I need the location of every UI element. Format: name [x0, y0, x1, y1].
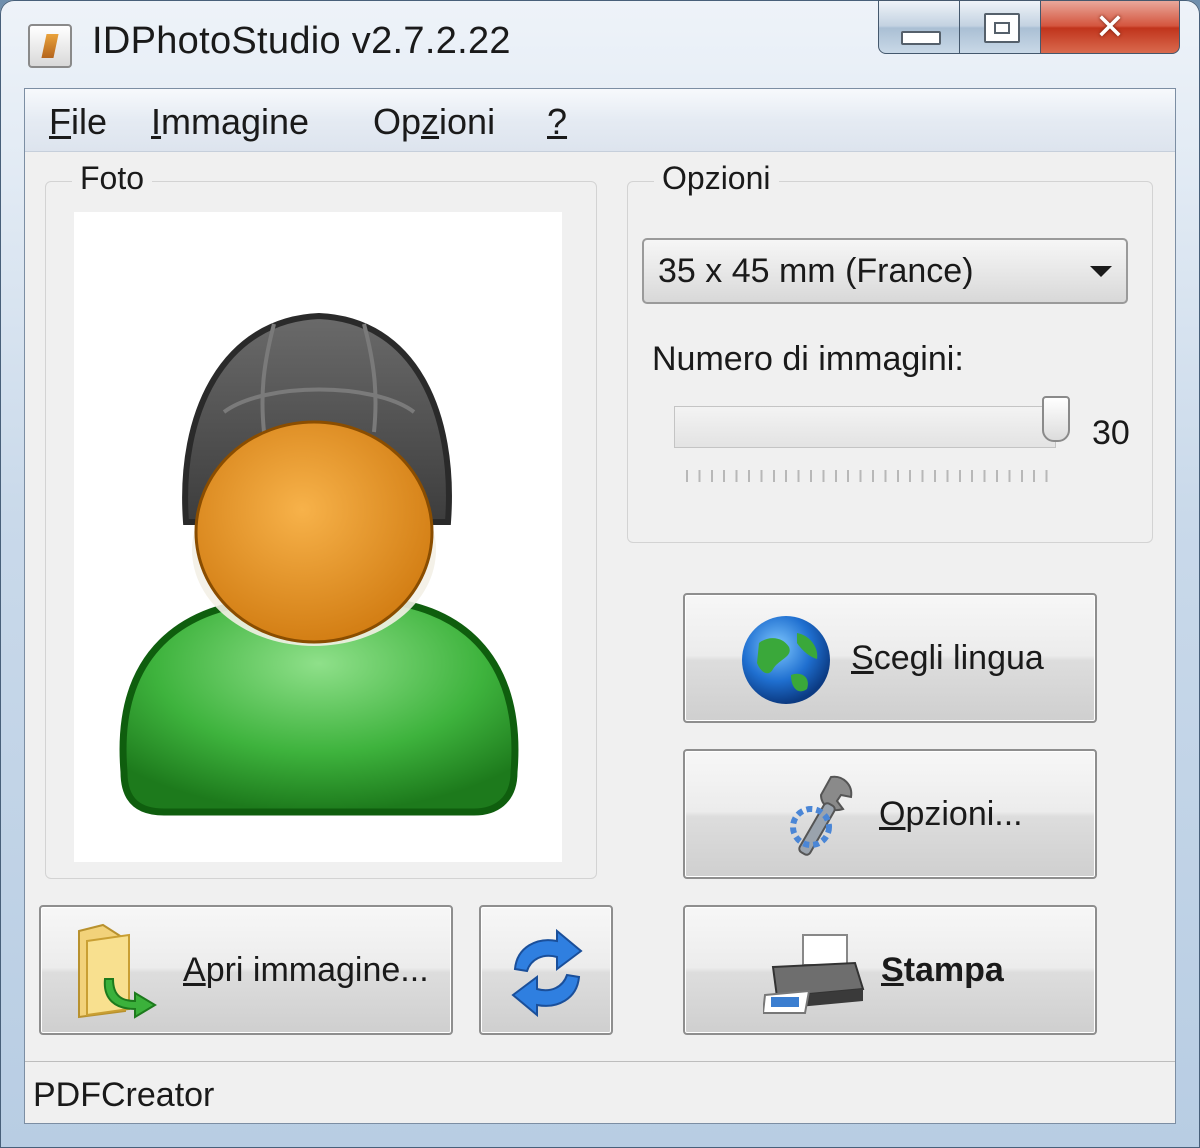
photo-format-value: 35 x 45 mm (France) [658, 252, 974, 290]
maximize-icon [984, 13, 1020, 43]
print-button-text: tampa [903, 951, 1004, 989]
options-button-accel: O [879, 795, 906, 833]
choose-language-accel: S [851, 639, 874, 677]
options-button-label: Opzioni... [879, 795, 1023, 834]
open-image-text: pri immagine... [205, 951, 429, 989]
slider-ticks [686, 470, 1058, 482]
image-count-label: Numero di immagini: [652, 340, 964, 378]
print-button-label: Stampa [881, 951, 1004, 990]
title-bar[interactable]: IDPhotoStudio v2.7.2.22 ✕ [0, 0, 1200, 88]
options-button[interactable]: Opzioni... [683, 749, 1097, 879]
status-bar: PDFCreator [25, 1061, 1175, 1123]
image-count-slider-thumb[interactable] [1042, 396, 1070, 442]
minimize-button[interactable] [878, 0, 960, 54]
photo-group-title: Foto [72, 160, 153, 197]
menu-opzioni-rest: ioni [439, 101, 496, 142]
print-button-accel: S [881, 951, 904, 989]
close-button[interactable]: ✕ [1040, 0, 1180, 54]
menu-help-accel: ? [547, 101, 568, 142]
options-group: Opzioni 35 x 45 mm (France) Numero di im… [627, 160, 1153, 543]
menu-bar: File Immagine Opzioni ? [25, 89, 1175, 152]
menu-opzioni-accel: z [421, 101, 440, 142]
open-image-label: Apri immagine... [183, 951, 429, 990]
menu-file-accel: F [49, 101, 71, 142]
choose-language-button[interactable]: Scegli lingua [683, 593, 1097, 723]
app-icon[interactable] [28, 24, 72, 68]
options-button-text: pzioni... [905, 795, 1023, 833]
menu-opzioni-pre: Op [373, 101, 422, 142]
refresh-button[interactable] [479, 905, 613, 1035]
status-text: PDFCreator [33, 1076, 215, 1114]
options-group-title: Opzioni [654, 160, 779, 197]
image-count-value: 30 [1092, 414, 1130, 452]
folder-icon [78, 923, 157, 1019]
refresh-icon [511, 929, 583, 1017]
menu-immagine-accel: I [151, 101, 162, 142]
globe-icon [742, 616, 830, 704]
photo-group: Foto [45, 160, 597, 879]
menu-immagine[interactable]: Immagine [151, 101, 309, 143]
photo-preview[interactable] [74, 212, 562, 862]
printer-icon [763, 934, 865, 1014]
menu-file-rest: ile [71, 101, 108, 142]
menu-opzioni[interactable]: Opzioni [373, 101, 495, 143]
image-count-slider[interactable] [674, 406, 1056, 448]
menu-file[interactable]: File [49, 101, 107, 143]
tools-icon [790, 775, 853, 856]
minimize-icon [901, 31, 941, 45]
menu-immagine-rest: mmagine [161, 101, 310, 142]
choose-language-text: cegli lingua [873, 639, 1044, 677]
choose-language-label: Scegli lingua [851, 639, 1044, 678]
print-button[interactable]: Stampa [683, 905, 1097, 1035]
menu-help[interactable]: ? [547, 101, 567, 143]
open-image-button[interactable]: Apri immagine... [39, 905, 453, 1035]
close-icon: ✕ [1094, 7, 1126, 48]
maximize-button[interactable] [959, 0, 1041, 54]
chevron-down-icon[interactable] [1090, 266, 1112, 277]
app-window: IDPhotoStudio v2.7.2.22 ✕ File Immagine … [0, 0, 1200, 1148]
photo-format-select[interactable]: 35 x 45 mm (France) [642, 238, 1128, 304]
open-image-accel: A [183, 951, 206, 989]
caption-buttons: ✕ [878, 0, 1180, 58]
client-area: File Immagine Opzioni ? Foto Opzioni 35 … [24, 88, 1176, 1124]
window-title: IDPhotoStudio v2.7.2.22 [92, 20, 511, 62]
user-avatar-icon [119, 312, 519, 816]
